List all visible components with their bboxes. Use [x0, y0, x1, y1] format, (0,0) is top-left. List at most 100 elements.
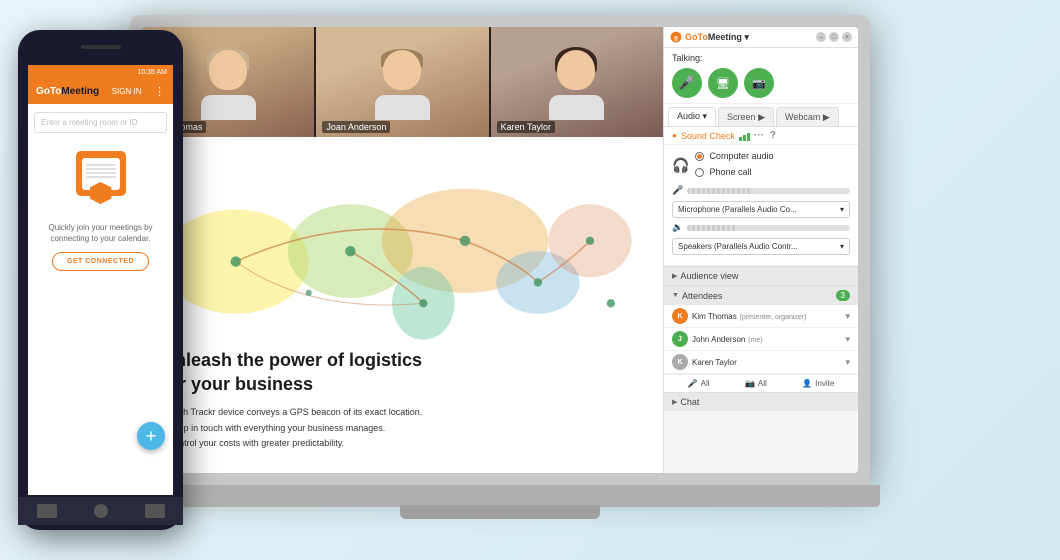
person-joan-face	[375, 45, 430, 120]
gtm-logo-bar: g GoToMeeting ▾	[670, 31, 749, 43]
svg-text:g: g	[674, 35, 678, 41]
person-karen-body	[549, 95, 604, 120]
attendee-info-kim: Kim Thomas (presenter, organizer)	[692, 311, 841, 322]
headphone-icon: 🎧	[672, 157, 689, 174]
phone-menu-icon[interactable]: ⋮	[154, 85, 165, 98]
speaker-volume-bar[interactable]	[687, 225, 850, 231]
video-thumb-karen: Karen Taylor	[491, 27, 663, 137]
laptop-base	[120, 485, 880, 507]
attendee-chevron-kim[interactable]: ▾	[845, 311, 850, 322]
attendees-section-header[interactable]: ▼ Attendees 3	[664, 285, 858, 305]
footer-mic-icon: 🎤	[688, 379, 698, 388]
tab-screen-label: Screen ▶	[727, 112, 765, 123]
person-karen-head	[557, 50, 595, 90]
person-karen-face	[549, 45, 604, 120]
phone-fab-icon: +	[146, 426, 157, 447]
gtm-mic-button[interactable]: 🎤	[672, 68, 702, 98]
phone-signin-link[interactable]: SIGN IN	[112, 87, 142, 96]
tab-audio[interactable]: Audio ▾	[668, 107, 716, 126]
phone-search-bar[interactable]: Enter a meeting room or ID	[34, 112, 167, 133]
phone-speaker	[81, 45, 121, 49]
speakers-dropdown[interactable]: Speakers (Parallels Audio Contr... ▾	[672, 238, 850, 255]
slide-heading: Unleash the power of logistics for your …	[162, 349, 507, 396]
person-kim-face	[201, 45, 256, 120]
attendee-row-karen: K Karen Taylor ▾	[664, 351, 858, 374]
get-connected-button[interactable]: GET CONNECTED	[52, 252, 149, 271]
gtm-title-bar: g GoToMeeting ▾ – □ ×	[664, 27, 858, 48]
footer-camera-all-button[interactable]: 📷 All	[745, 379, 767, 388]
attendee-info-karen: Karen Taylor	[692, 357, 841, 368]
radio-phone-call[interactable]	[695, 168, 704, 177]
gtm-webcam-button[interactable]: 📷	[744, 68, 774, 98]
phone-back-button[interactable]	[37, 504, 57, 518]
attendees-count-badge: 3	[836, 290, 850, 301]
sound-check-help-icon[interactable]: ?	[770, 130, 776, 141]
slide-bullet-3: • Control your costs with greater predic…	[162, 437, 507, 450]
gtm-restore-button[interactable]: □	[829, 32, 839, 42]
attendee-badge-kim: (presenter, organizer)	[740, 314, 807, 321]
gtm-audio-radio-group: Computer audio Phone call	[695, 151, 773, 180]
gtm-sound-check-bar[interactable]: ● Sound Check ··· ?	[664, 127, 858, 145]
gtm-dropdown-icon[interactable]: ▾	[744, 32, 749, 42]
person-joan-body	[375, 95, 430, 120]
calendar-lines	[86, 164, 116, 180]
speakers-dropdown-label: Speakers (Parallels Audio Contr...	[678, 242, 798, 251]
phone-recent-button[interactable]	[145, 504, 165, 518]
attendee-chevron-karen[interactable]: ▾	[845, 357, 850, 368]
gtm-close-button[interactable]: ×	[842, 32, 852, 42]
speaker-volume-fill	[687, 225, 736, 231]
phone-time: 10:35 AM	[137, 69, 167, 76]
gtm-audio-options: 🎧 Computer audio Phone call	[664, 145, 858, 266]
slide-heading-line1: Unleash the power of logistics	[162, 350, 422, 370]
microphone-dropdown-arrow: ▾	[840, 205, 844, 214]
signal-bar-2	[743, 135, 746, 141]
audience-view-section[interactable]: ▶ Audience view	[664, 266, 858, 285]
tab-screen[interactable]: Screen ▶	[718, 107, 774, 126]
phone-logo: GoToMeeting	[36, 86, 99, 97]
mic-volume-bar[interactable]	[687, 188, 850, 194]
calendar-line	[86, 168, 116, 170]
attendee-row-john: J John Anderson (me) ▾	[664, 328, 858, 351]
attendee-info-john: John Anderson (me)	[692, 334, 841, 345]
audio-label-computer: Computer audio	[709, 151, 773, 161]
attendees-chevron: ▼	[672, 292, 679, 299]
phone-calendar-icon	[76, 151, 126, 196]
attendees-label: Attendees	[682, 291, 723, 301]
audio-option-computer[interactable]: Computer audio	[695, 151, 773, 161]
gtm-monitor-button[interactable]: 🖥	[708, 68, 738, 98]
signal-bar-1	[739, 137, 742, 141]
phone-search-placeholder: Enter a meeting room or ID	[41, 118, 137, 127]
radio-computer-audio[interactable]	[695, 152, 704, 161]
tab-webcam[interactable]: Webcam ▶	[776, 107, 839, 126]
sound-check-more-icon[interactable]: ···	[754, 130, 764, 141]
phone-home-button[interactable]	[94, 504, 108, 518]
calendar-line	[86, 164, 116, 166]
gtm-minimize-button[interactable]: –	[816, 32, 826, 42]
person-joan-head	[383, 50, 421, 90]
gtm-mic-volume-row: 🎤	[672, 185, 850, 196]
sound-check-bullet: ●	[672, 131, 677, 140]
slide-heading-line2: for your business	[162, 374, 313, 394]
slide-bullet-1: • Each Trackr device conveys a GPS beaco…	[162, 406, 507, 419]
footer-person-icon: 👤	[802, 379, 812, 388]
sound-check-label: Sound Check	[681, 131, 735, 141]
video-label-karen: Karen Taylor	[497, 121, 555, 133]
audio-option-phone[interactable]: Phone call	[695, 167, 773, 177]
gotomeeting-panel: g GoToMeeting ▾ – □ × Talking:	[663, 27, 858, 473]
chat-section-header[interactable]: ▶ Chat	[664, 392, 858, 411]
phone-fab-button[interactable]: +	[137, 422, 165, 450]
attendee-avatar-karen: K	[672, 354, 688, 370]
gtm-talking-section: Talking: 🎤 🖥 📷	[664, 48, 858, 104]
person-kim-head	[209, 50, 247, 90]
footer-all-label-1: All	[701, 379, 710, 388]
phone-header: GoToMeeting SIGN IN ⋮	[28, 79, 173, 104]
gtm-window-buttons: – □ ×	[816, 32, 852, 42]
phone-status-bar: 10:35 AM	[28, 65, 173, 79]
microphone-dropdown[interactable]: Microphone (Parallels Audio Co... ▾	[672, 201, 850, 218]
footer-invite-label: Invite	[815, 379, 834, 388]
footer-mic-all-button[interactable]: 🎤 All	[688, 379, 710, 388]
footer-invite-button[interactable]: 👤 Invite	[802, 379, 834, 388]
microphone-dropdown-label: Microphone (Parallels Audio Co...	[678, 205, 797, 214]
slide-area: Unleash the power of logistics for your …	[142, 137, 663, 473]
attendee-chevron-john[interactable]: ▾	[845, 334, 850, 345]
